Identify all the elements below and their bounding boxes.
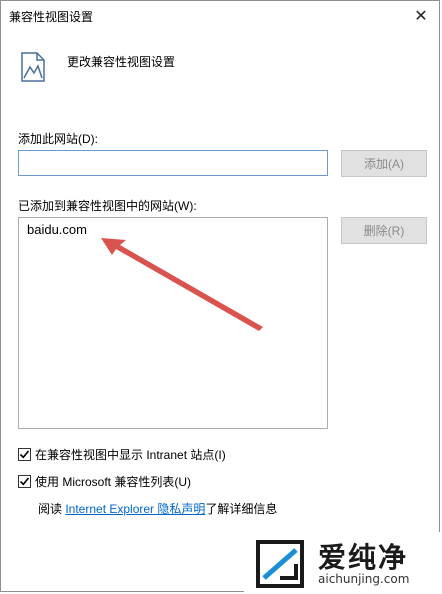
watermark-text: 爱纯净	[318, 541, 409, 574]
info-row: 阅读 Internet Explorer 隐私声明了解详细信息	[38, 500, 277, 517]
watermark: 爱纯净 aichunjing.com	[244, 532, 442, 594]
add-site-input[interactable]	[18, 150, 328, 176]
watermark-logo-icon	[256, 540, 304, 588]
privacy-link[interactable]: Internet Explorer 隐私声明	[65, 502, 205, 516]
window-title: 兼容性视图设置	[9, 10, 94, 24]
watermark-url: aichunjing.com	[318, 572, 410, 586]
title-bar: 兼容性视图设置 ✕	[1, 1, 439, 31]
info-suffix: 了解详细信息	[205, 502, 278, 516]
site-listbox[interactable]: baidu.com	[18, 217, 328, 429]
ms-list-label: 使用 Microsoft 兼容性列表(U)	[35, 474, 192, 489]
ms-list-option[interactable]: 使用 Microsoft 兼容性列表(U)	[18, 473, 191, 489]
intranet-label: 在兼容性视图中显示 Intranet 站点(I)	[35, 447, 226, 462]
site-list-label: 已添加到兼容性视图中的网站(W):	[18, 199, 197, 213]
add-button[interactable]: 添加(A)	[341, 150, 427, 177]
add-site-label: 添加此网站(D):	[18, 132, 98, 146]
close-icon: ✕	[414, 8, 428, 25]
info-prefix: 阅读	[38, 502, 66, 516]
close-button[interactable]: ✕	[403, 1, 439, 31]
header-text: 更改兼容性视图设置	[67, 55, 176, 69]
compat-view-icon	[21, 52, 45, 82]
ms-list-checkbox[interactable]	[18, 474, 31, 488]
intranet-option[interactable]: 在兼容性视图中显示 Intranet 站点(I)	[18, 446, 226, 462]
remove-button[interactable]: 删除(R)	[341, 217, 427, 244]
list-item[interactable]: baidu.com	[27, 222, 87, 237]
checkmark-icon	[19, 476, 30, 485]
checkmark-icon	[19, 449, 30, 458]
intranet-checkbox[interactable]	[18, 447, 31, 461]
